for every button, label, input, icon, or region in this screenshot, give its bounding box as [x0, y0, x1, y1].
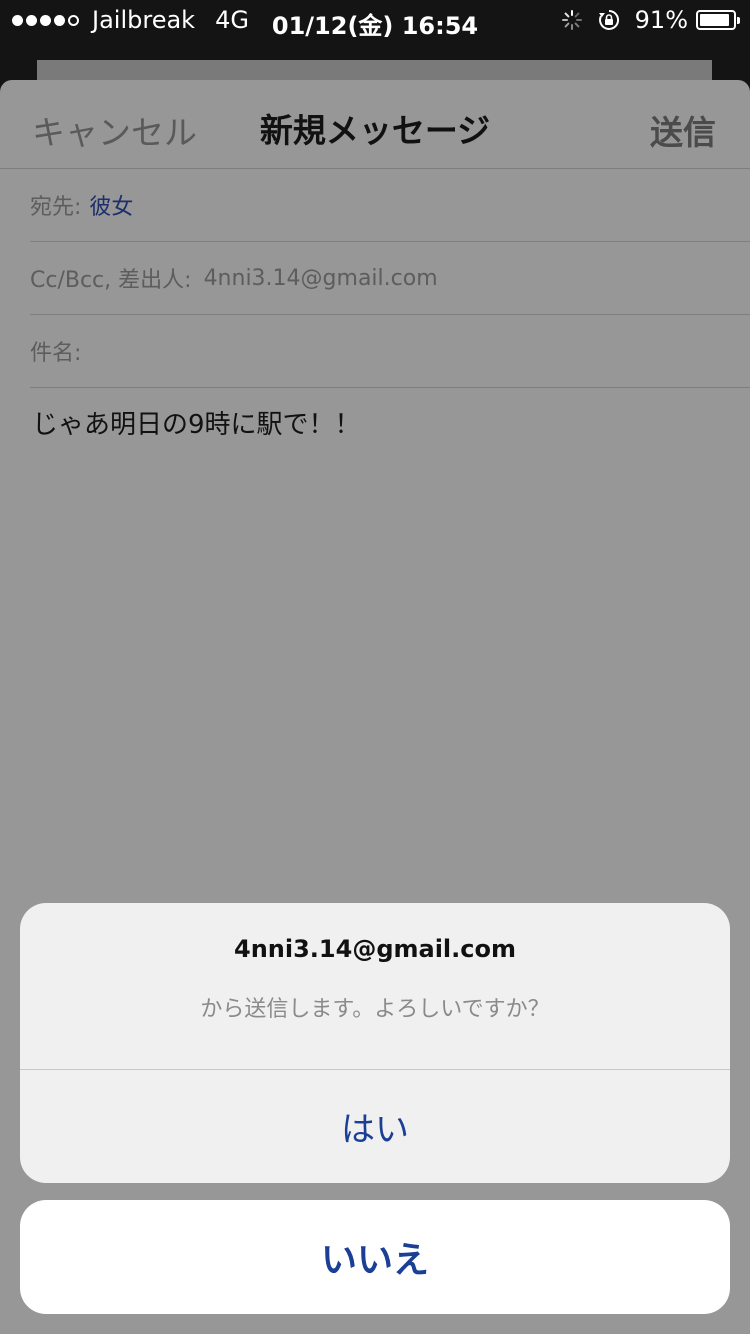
subject-field[interactable]: 件名:	[30, 315, 750, 388]
message-body[interactable]: じゃあ明日の9時に駅で！！	[32, 404, 750, 441]
send-button[interactable]: 送信	[650, 106, 716, 154]
send-confirmation-alert: 4nni3.14@gmail.com から送信します。よろしいですか？ はい	[20, 903, 730, 1183]
cc-bcc-from-label: Cc/Bcc, 差出人:	[30, 268, 192, 293]
status-bar: Jailbreak 4G 01/12(金) 16:54 91%	[0, 0, 750, 40]
alert-title: 4nni3.14@gmail.com	[234, 935, 516, 963]
from-address: 4nni3.14@gmail.com	[203, 265, 438, 291]
no-button[interactable]: いいえ	[20, 1200, 730, 1314]
activity-spinner-icon	[561, 9, 583, 31]
to-field[interactable]: 宛先: 彼女	[30, 169, 750, 242]
battery-icon	[696, 10, 740, 30]
status-right: 91%	[561, 6, 740, 34]
cc-bcc-from-field[interactable]: Cc/Bcc, 差出人: 4nni3.14@gmail.com	[30, 242, 750, 315]
battery-percentage: 91%	[634, 6, 688, 34]
subject-label: 件名:	[30, 341, 82, 366]
compose-title: 新規メッセージ	[259, 111, 491, 150]
compose-nav-bar: キャンセル 新規メッセージ 送信	[0, 80, 750, 169]
to-recipient[interactable]: 彼女	[89, 189, 133, 221]
to-label: 宛先:	[30, 195, 82, 220]
rotation-lock-icon	[597, 8, 621, 32]
alert-message: から送信します。よろしいですか？	[200, 997, 550, 1022]
yes-button[interactable]: はい	[20, 1070, 730, 1183]
battery-fill	[700, 14, 730, 26]
